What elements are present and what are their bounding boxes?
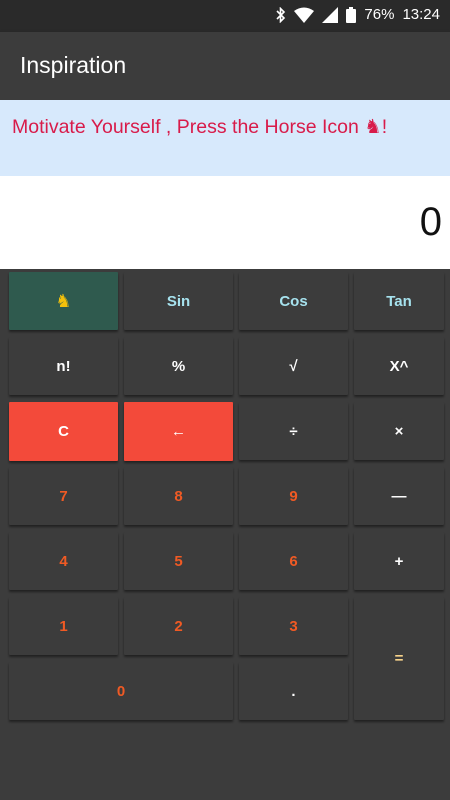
backspace-button[interactable]: ← <box>124 402 233 461</box>
digit-8-button[interactable]: 8 <box>124 467 233 525</box>
digit-6-button[interactable]: 6 <box>239 532 348 590</box>
sin-button[interactable]: Sin <box>124 272 233 330</box>
tan-button[interactable]: Tan <box>354 272 444 330</box>
status-bar: 76% 13:24 <box>0 0 450 32</box>
percent-button[interactable]: % <box>124 337 233 395</box>
sqrt-button[interactable]: √ <box>239 337 348 395</box>
multiply-button[interactable]: × <box>354 402 444 460</box>
keypad: ♞ Sin Cos Tan n! % √ X^ C ← ÷ × 7 8 9 — … <box>0 269 450 800</box>
digit-7-button[interactable]: 7 <box>9 467 118 525</box>
app-bar: Inspiration <box>0 32 450 100</box>
digit-2-button[interactable]: 2 <box>124 597 233 655</box>
bluetooth-icon <box>276 6 286 23</box>
digit-3-button[interactable]: 3 <box>239 597 348 655</box>
power-button[interactable]: X^ <box>354 337 444 395</box>
digit-1-button[interactable]: 1 <box>9 597 118 655</box>
minus-button[interactable]: — <box>354 467 444 525</box>
signal-icon <box>322 6 339 23</box>
battery-icon <box>346 6 357 23</box>
digit-4-button[interactable]: 4 <box>9 532 118 590</box>
battery-percent: 76% <box>364 6 395 23</box>
divide-button[interactable]: ÷ <box>239 402 348 460</box>
display-value: 0 <box>419 200 442 244</box>
digit-5-button[interactable]: 5 <box>124 532 233 590</box>
motivation-banner: Motivate Yourself , Press the Horse Icon… <box>0 100 450 176</box>
cos-button[interactable]: Cos <box>239 272 348 330</box>
digit-0-button[interactable]: 0 <box>9 662 233 720</box>
wifi-icon <box>294 7 315 23</box>
clear-button[interactable]: C <box>9 402 118 461</box>
decimal-button[interactable]: . <box>239 662 348 720</box>
equals-button[interactable]: = <box>354 597 444 720</box>
digit-9-button[interactable]: 9 <box>239 467 348 525</box>
clock: 13:24 <box>402 6 440 23</box>
banner-text: Motivate Yourself , Press the Horse Icon… <box>12 116 388 138</box>
horse-icon[interactable]: ♞ <box>9 272 118 330</box>
plus-button[interactable]: + <box>354 532 444 590</box>
calculator-display: 0 <box>0 176 450 269</box>
factorial-button[interactable]: n! <box>9 337 118 395</box>
app-title: Inspiration <box>20 52 127 78</box>
